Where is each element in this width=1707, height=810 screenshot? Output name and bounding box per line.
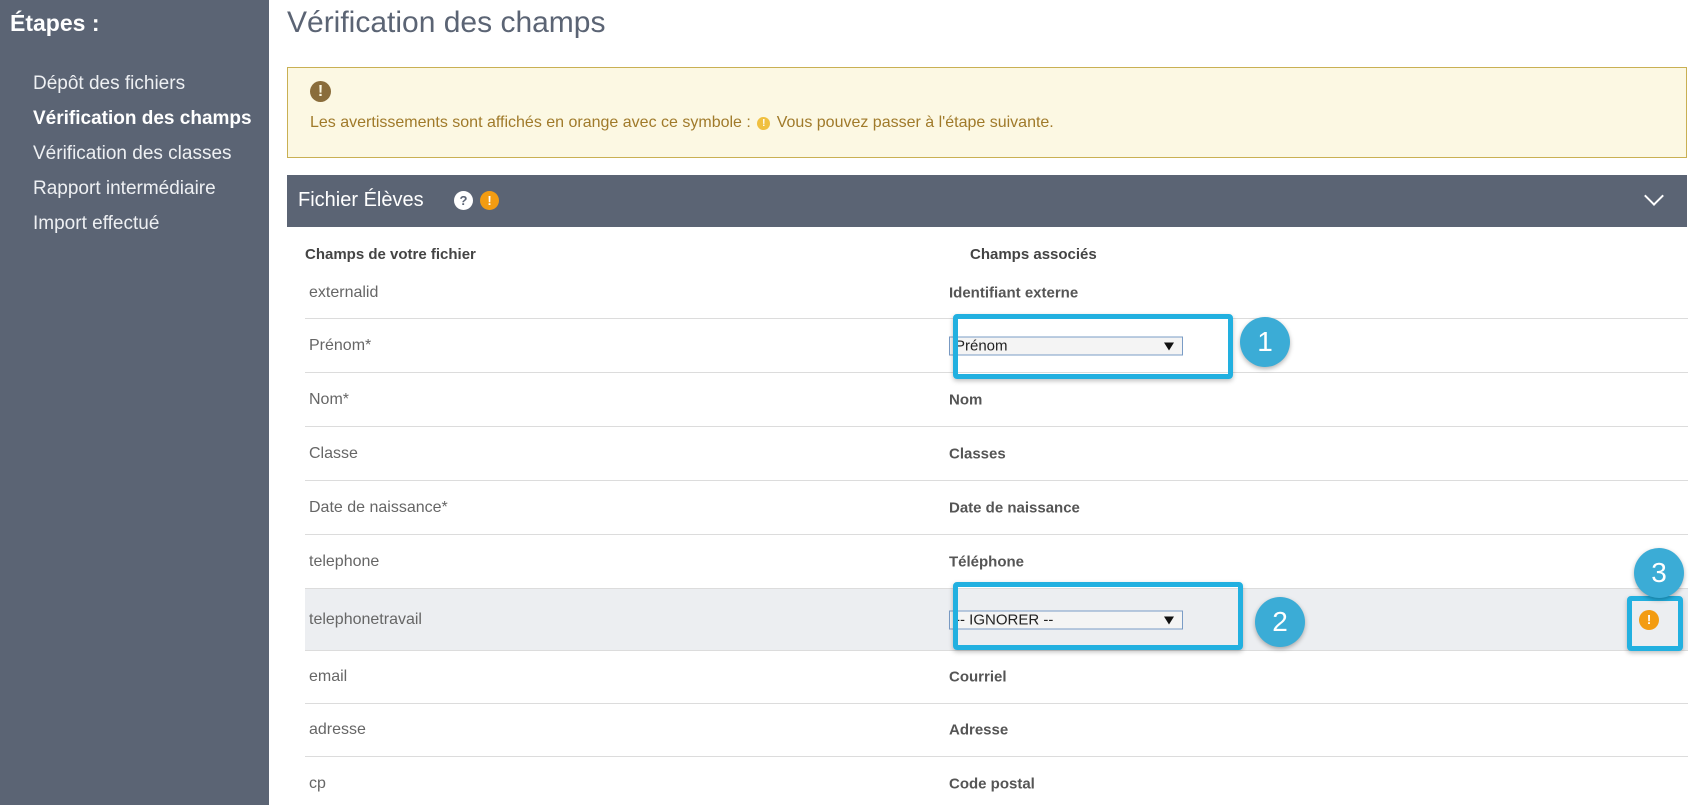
source-field: telephone (309, 552, 380, 570)
target-field: Courriel (949, 668, 1007, 686)
table-row: cp Code postal (305, 757, 1688, 810)
source-field: adresse (309, 721, 366, 738)
column-header-target: Champs associés (970, 246, 1097, 263)
main-content: Vérification des champs ! Les avertissem… (269, 0, 1707, 805)
callout-highlight-2 (953, 582, 1243, 650)
question-icon[interactable]: ? (454, 191, 473, 210)
table-row: Date de naissance* Date de naissance (305, 481, 1688, 535)
source-field: Nom* (309, 390, 350, 408)
sidebar-title: Étapes : (10, 10, 100, 36)
inline-warning-icon: ! (757, 117, 771, 130)
callout-badge-2: 2 (1255, 597, 1305, 647)
table-row: adresse Adresse (305, 704, 1688, 757)
step-field-check[interactable]: Vérification des champs (33, 107, 252, 142)
source-field: email (309, 668, 348, 685)
step-class-check[interactable]: Vérification des classes (33, 142, 252, 177)
step-intermediate-report[interactable]: Rapport intermédiaire (33, 177, 252, 212)
target-field: Téléphone (949, 553, 1025, 570)
steps-list: Dépôt des fichiers Vérification des cham… (33, 72, 252, 247)
sidebar: Étapes : Dépôt des fichiers Vérification… (0, 0, 269, 805)
alert-text-before: Les avertissements sont affichés en oran… (310, 114, 751, 131)
source-field: cp (309, 774, 326, 792)
source-field: externalid (309, 283, 379, 301)
target-field: Identifiant externe (949, 284, 1079, 301)
alert-message: Les avertissements sont affichés en oran… (310, 114, 1054, 132)
page-title: Vérification des champs (287, 6, 606, 39)
warning-icon: ! (480, 191, 499, 210)
callout-badge-1: 1 (1240, 317, 1290, 367)
callout-badge-3: 3 (1634, 548, 1684, 598)
source-field: telephonetravail (309, 610, 422, 628)
table-row: externalid Identifiant externe (305, 267, 1688, 319)
step-upload[interactable]: Dépôt des fichiers (33, 72, 252, 107)
column-header-source: Champs de votre fichier (305, 246, 476, 263)
target-field: Nom (949, 391, 983, 408)
panel-header[interactable]: Fichier Élèves ? ! (287, 175, 1687, 227)
warning-alert: ! Les avertissements sont affichés en or… (287, 67, 1687, 158)
source-field: Prénom* (309, 336, 372, 354)
alert-text-after: Vous pouvez passer à l'étape suivante. (776, 114, 1054, 131)
callout-highlight-3 (1627, 596, 1683, 651)
callout-highlight-1 (953, 314, 1233, 379)
step-import-done[interactable]: Import effectué (33, 212, 252, 247)
target-field: Code postal (949, 775, 1035, 792)
table-row: Classe Classes (305, 427, 1688, 481)
panel-title: Fichier Élèves (298, 189, 424, 211)
target-field: Classes (949, 445, 1006, 462)
chevron-down-icon[interactable] (1644, 186, 1664, 206)
source-field: Date de naissance* (309, 498, 448, 516)
warning-icon: ! (310, 81, 331, 102)
table-row: telephone Téléphone (305, 535, 1688, 589)
target-field: Adresse (949, 721, 1009, 739)
target-field: Date de naissance (949, 499, 1080, 516)
source-field: Classe (309, 444, 358, 462)
table-row: email Courriel (305, 651, 1688, 704)
table-row: Nom* Nom (305, 373, 1688, 427)
